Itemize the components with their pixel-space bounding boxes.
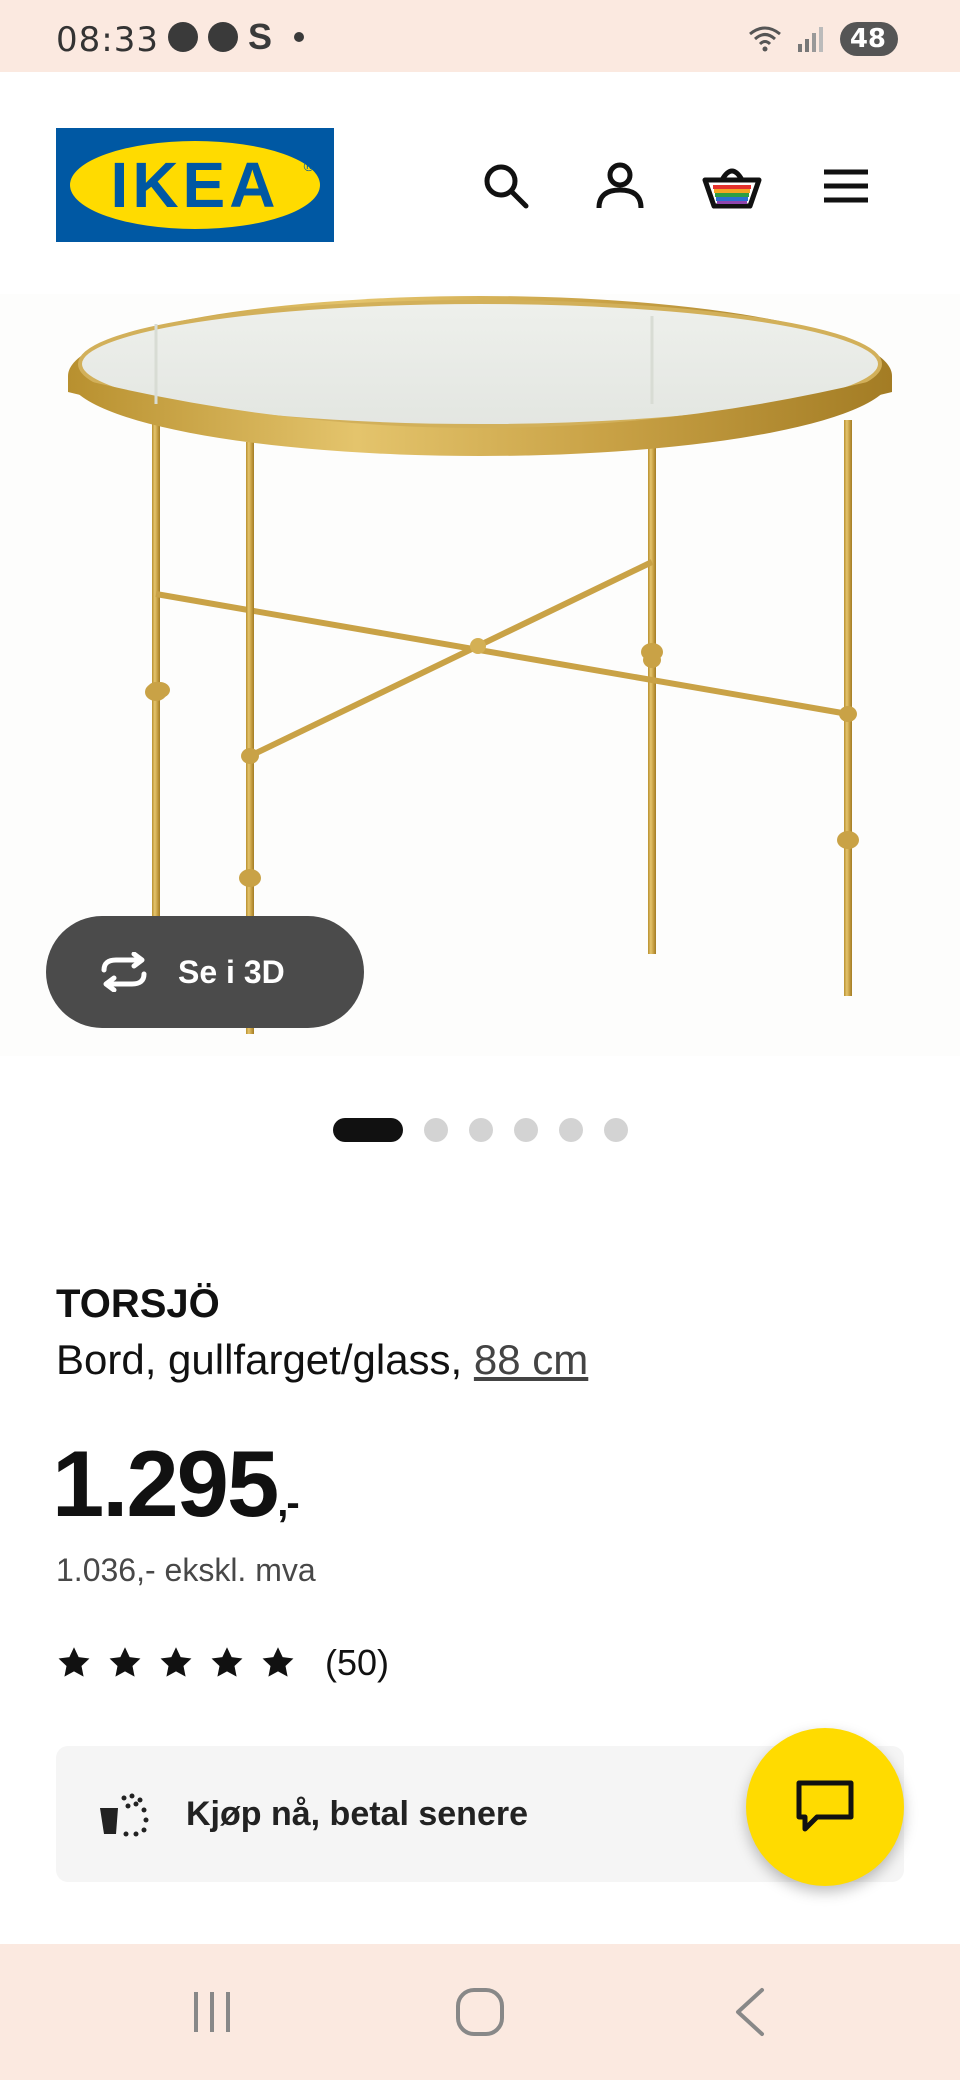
product-price: 1.295,- bbox=[52, 1430, 300, 1538]
carousel-dot[interactable] bbox=[603, 1118, 628, 1142]
star-icon bbox=[58, 1647, 90, 1677]
price-excl-vat: 1.036,- ekskl. mva bbox=[56, 1552, 316, 1588]
shopping-basket-icon bbox=[702, 168, 762, 209]
carousel-dot[interactable] bbox=[423, 1118, 448, 1142]
s-icon: S bbox=[248, 16, 273, 57]
star-icon bbox=[211, 1647, 243, 1677]
carousel-dot[interactable] bbox=[558, 1118, 583, 1142]
home-button[interactable] bbox=[450, 1982, 510, 2042]
back-button[interactable] bbox=[720, 1982, 780, 2042]
product-size-link[interactable]: 88 cm bbox=[474, 1336, 588, 1383]
star-icon bbox=[160, 1647, 192, 1677]
star-icon bbox=[109, 1647, 141, 1677]
site-header: IKEA ® bbox=[0, 72, 960, 294]
product-type: Bord, gullfarget/glass, bbox=[56, 1336, 474, 1383]
search-button[interactable] bbox=[470, 150, 542, 222]
battery-level: 48 bbox=[849, 24, 886, 54]
status-bar: 08:33 S 48 bbox=[0, 0, 960, 72]
status-notifications: S bbox=[168, 16, 305, 57]
carousel-dot[interactable] bbox=[513, 1118, 538, 1142]
shopping-basket-button[interactable] bbox=[696, 150, 768, 222]
ikea-logo[interactable]: IKEA ® bbox=[56, 128, 334, 242]
price-suffix: ,- bbox=[277, 1481, 299, 1525]
rotate-3d-icon bbox=[101, 952, 147, 992]
wifi-icon bbox=[748, 26, 781, 52]
price-value: 1.295 bbox=[52, 1431, 279, 1536]
user-icon bbox=[596, 162, 644, 209]
carousel-dot-active[interactable] bbox=[332, 1118, 403, 1142]
battery-icon: 48 bbox=[839, 22, 898, 56]
recent-apps-icon bbox=[194, 1992, 230, 2032]
view-in-3d-label: Se i 3D bbox=[178, 953, 285, 990]
menu-icon bbox=[824, 169, 868, 203]
dot-icon bbox=[294, 32, 305, 42]
signal-icon bbox=[797, 27, 823, 52]
product-description: Bord, gullfarget/glass, 88 cm bbox=[56, 1336, 588, 1384]
recent-apps-button[interactable] bbox=[182, 1982, 242, 2042]
back-icon bbox=[736, 1988, 764, 2036]
bnpl-label: Kjøp nå, betal senere bbox=[186, 1794, 528, 1833]
home-icon bbox=[456, 1988, 504, 2036]
messenger-icon bbox=[168, 22, 198, 52]
system-nav-bar bbox=[0, 1944, 960, 2080]
product-rating[interactable]: (50) bbox=[56, 1642, 389, 1684]
account-button[interactable] bbox=[584, 150, 656, 222]
rating-count: (50) bbox=[325, 1642, 390, 1683]
search-icon bbox=[484, 164, 529, 209]
carousel-dot[interactable] bbox=[468, 1118, 493, 1142]
view-in-3d-button[interactable]: Se i 3D bbox=[46, 916, 364, 1028]
bnpl-icon bbox=[100, 1793, 149, 1837]
chat-button[interactable] bbox=[746, 1728, 904, 1886]
image-carousel-pager bbox=[0, 1118, 960, 1142]
menu-button[interactable] bbox=[810, 150, 882, 222]
star-icon bbox=[262, 1647, 294, 1677]
logo-text: IKEA bbox=[110, 149, 280, 221]
logo-registered-mark: ® bbox=[303, 158, 314, 174]
chat-icon bbox=[208, 22, 238, 52]
status-time: 08:33 bbox=[56, 20, 159, 60]
product-name: TORSJÖ bbox=[56, 1282, 220, 1326]
status-system-icons: 48 bbox=[748, 22, 898, 56]
chat-bubble-icon bbox=[796, 1780, 854, 1832]
